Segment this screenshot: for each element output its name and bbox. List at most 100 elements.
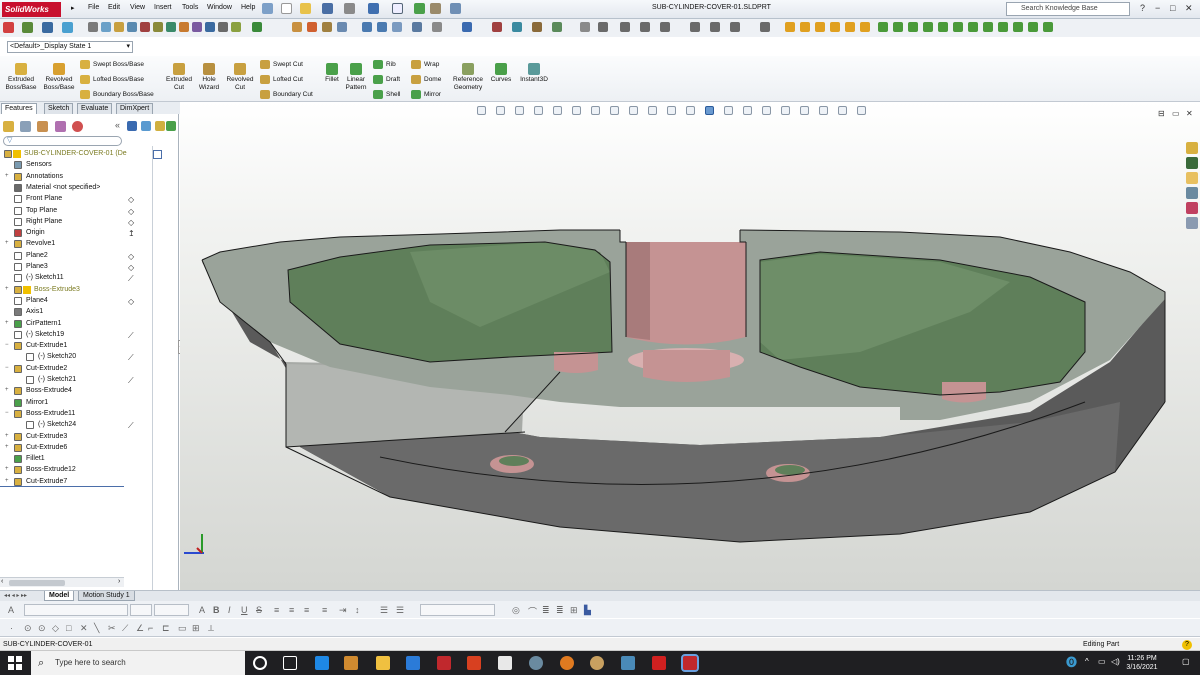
print-icon[interactable] (344, 3, 355, 14)
line-thickness-icon[interactable]: ≣ (556, 605, 564, 616)
save-icon[interactable] (322, 3, 333, 14)
rectangle-icon[interactable]: ▭ (178, 623, 187, 634)
color-display-icon[interactable]: ▙ (584, 605, 591, 616)
rib-button[interactable]: Rib (373, 60, 396, 69)
justify-icon[interactable]: ≡ (322, 605, 327, 615)
graphics-area[interactable] (180, 102, 1200, 590)
app-icon-a[interactable] (621, 656, 635, 670)
open-icon[interactable] (300, 3, 311, 14)
edge-icon[interactable] (315, 656, 329, 670)
options-icon[interactable] (450, 3, 461, 14)
linear-pattern-button[interactable]: Linear Pattern (342, 63, 370, 92)
hide-show-edges-icon[interactable]: ⊞ (570, 605, 578, 616)
ambient-icon[interactable] (819, 106, 828, 115)
select-icon[interactable] (392, 3, 403, 14)
file-properties-icon[interactable] (430, 3, 441, 14)
new-document-icon[interactable] (281, 3, 292, 14)
line-style-icon[interactable]: ≣ (542, 605, 550, 616)
camera-icon[interactable] (857, 106, 866, 115)
clock[interactable]: 11:26 PM 3/16/2021 (1124, 654, 1160, 672)
circle-icon[interactable]: ⊙ (24, 623, 32, 634)
tab-dimxpert[interactable]: DimXpert (116, 103, 154, 114)
align-right-icon[interactable]: ≡ (304, 605, 309, 615)
scrollbar-thumb[interactable] (9, 580, 65, 586)
balloon-icon[interactable]: ◎ (512, 605, 520, 616)
help-tray-icon[interactable]: ⓿ (1066, 654, 1077, 670)
file-explorer-icon[interactable] (1186, 172, 1198, 184)
solidworks-app-icon[interactable] (437, 656, 451, 670)
menu-edit[interactable]: Edit (108, 4, 120, 11)
design-library-icon[interactable] (1186, 157, 1198, 169)
offset-icon[interactable]: ⊏ (162, 623, 170, 634)
zoom-to-fit-icon[interactable] (477, 106, 486, 115)
tree-expander-icon[interactable]: + (5, 385, 9, 396)
revolved-cut-button[interactable]: Revolved Cut (224, 63, 256, 92)
hidden-lines-icon[interactable] (724, 106, 733, 115)
font-size-dropdown[interactable] (130, 604, 152, 616)
draft-button[interactable]: Draft (373, 75, 400, 84)
cortana-icon[interactable] (253, 656, 267, 670)
polygon-icon[interactable]: ◇ (52, 623, 59, 634)
solidworks-active-icon[interactable] (681, 654, 699, 672)
rebuild-icon[interactable] (414, 3, 425, 14)
acrobat-icon[interactable] (652, 656, 666, 670)
configuration-manager-tab-icon[interactable] (37, 121, 48, 132)
display-manager-tab-icon[interactable] (72, 121, 83, 132)
property-manager-tab-icon[interactable] (20, 121, 31, 132)
corner-icon[interactable]: ⌐ (148, 623, 153, 633)
view-settings-icon[interactable] (667, 106, 676, 115)
wrap-button[interactable]: Wrap (411, 60, 439, 69)
pushpin-icon[interactable] (262, 3, 273, 14)
zoom-to-area-icon[interactable] (496, 106, 505, 115)
sketch-visibility-icon[interactable]: ⟋ (128, 421, 137, 430)
plane-visibility-icon[interactable]: ◇ (128, 218, 137, 227)
underline-icon[interactable]: U (241, 605, 248, 615)
mirror-button[interactable]: Mirror (411, 90, 441, 99)
font-dropdown[interactable] (24, 604, 128, 616)
viewport-restore-icon[interactable]: ⊟ (1158, 109, 1165, 118)
volume-icon[interactable]: ◁) (1111, 657, 1120, 666)
plane-visibility-icon[interactable]: ◇ (128, 297, 137, 306)
menu-tools[interactable]: Tools (182, 4, 198, 11)
bold-icon[interactable]: B (213, 605, 220, 615)
hole-wizard-button[interactable]: Hole Wizard (196, 63, 222, 92)
fillet-button[interactable]: Fillet (321, 63, 343, 84)
shaded-icon[interactable] (686, 106, 695, 115)
collapse-icon[interactable]: « (115, 120, 120, 130)
swept-cut-button[interactable]: Swept Cut (260, 60, 303, 69)
display-style-icon[interactable] (141, 121, 151, 131)
dimension-icon[interactable]: ⟂ (208, 623, 214, 634)
boundary-boss-button[interactable]: Boundary Boss/Base (80, 90, 154, 99)
view-orientation-icon[interactable] (572, 106, 581, 115)
indent-icon[interactable]: ⇥ (339, 605, 347, 616)
format-icon[interactable]: A (8, 605, 14, 615)
firefox-icon[interactable] (560, 656, 574, 670)
realview-icon[interactable] (800, 106, 809, 115)
mail-icon[interactable] (406, 656, 420, 670)
font-height-field[interactable] (154, 604, 189, 616)
section-view-icon[interactable] (534, 106, 543, 115)
dome-button[interactable]: Dome (411, 75, 441, 84)
sketch-visibility-icon[interactable]: ⟋ (128, 331, 137, 340)
view-orientation-icon[interactable] (127, 121, 137, 131)
sketch-visibility-icon[interactable]: ⟋ (128, 376, 137, 385)
status-help-icon[interactable]: ? (1182, 640, 1192, 650)
resources-icon[interactable] (1186, 142, 1198, 154)
weld-symbol-icon[interactable]: ⌒ (528, 605, 537, 618)
task-view-icon[interactable] (283, 656, 297, 670)
tree-expander-icon[interactable]: + (5, 284, 9, 295)
custom-properties-icon[interactable] (1186, 217, 1198, 229)
close-button[interactable]: ✕ (1185, 3, 1193, 14)
taskbar-search[interactable]: ⌕ Type here to search (31, 651, 245, 675)
sketch-visibility-icon[interactable]: ⟋ (128, 353, 137, 362)
grid-icon[interactable]: ⊞ (192, 623, 200, 634)
dot-circle-icon[interactable]: ⊙ (38, 623, 46, 634)
viewport-close-icon[interactable]: ✕ (1186, 109, 1193, 118)
horizontal-scrollbar[interactable]: ‹ › (0, 577, 124, 587)
list-icon[interactable]: ☰ (380, 605, 388, 616)
minimize-button[interactable]: − (1155, 3, 1160, 13)
pin-icon[interactable]: ▸ (71, 4, 75, 12)
app-icon-red[interactable] (467, 656, 481, 670)
shaded-edges-icon[interactable] (705, 106, 714, 115)
tree-expander-icon[interactable]: + (5, 318, 9, 329)
